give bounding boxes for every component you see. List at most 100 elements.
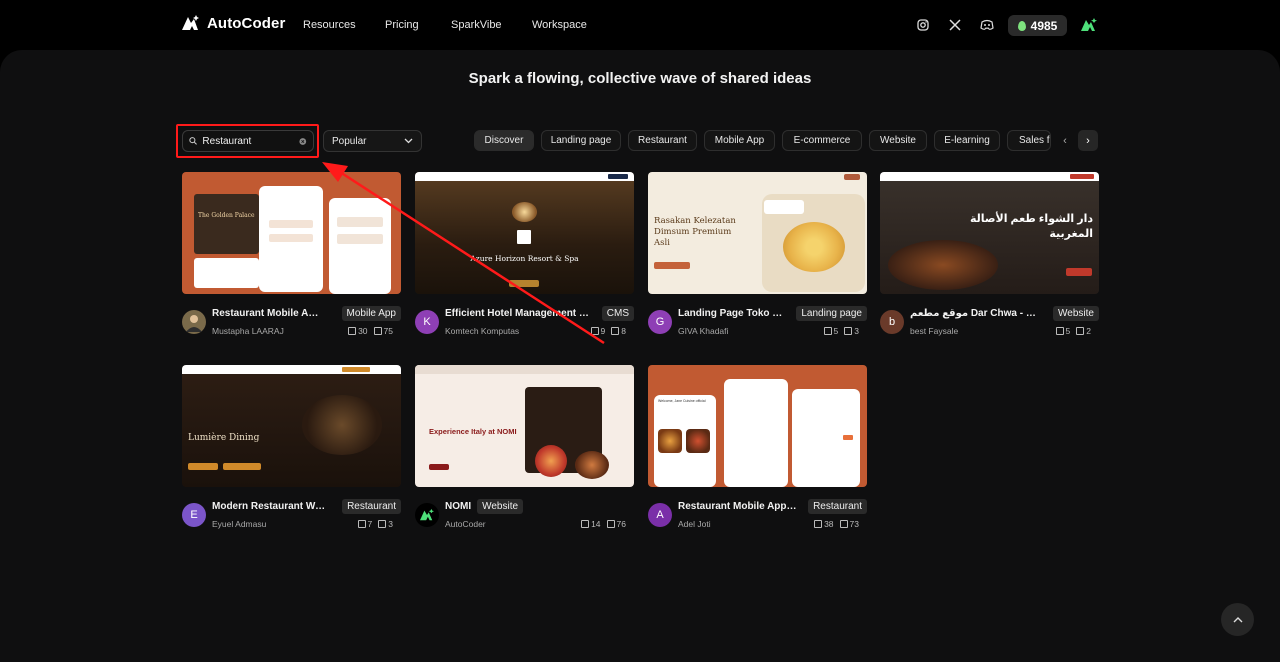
card-title[interactable]: Landing Page Toko Dim... <box>678 308 788 319</box>
project-card[interactable]: Welcome, Jane Cuisine official A Restaur… <box>648 365 867 529</box>
copies-stat[interactable]: 8 <box>611 326 626 336</box>
copies-stat[interactable]: 73 <box>839 519 859 529</box>
credit-drop-icon <box>1017 20 1026 31</box>
chevron-left-icon[interactable]: ‹ <box>1055 130 1075 151</box>
category-chip-e-learning[interactable]: E-learning <box>934 130 1000 151</box>
copies-stat[interactable]: 3 <box>378 519 393 529</box>
likes-stat[interactable]: 9 <box>590 326 605 336</box>
card-thumbnail[interactable]: Azure Horizon Resort & Spa <box>415 172 634 294</box>
card-thumbnail[interactable]: دار الشواء طعم الأصالة المغربية <box>880 172 1099 294</box>
avatar[interactable]: G <box>648 310 672 334</box>
scroll-to-top-button[interactable] <box>1221 603 1254 636</box>
card-tag[interactable]: Website <box>1053 306 1099 321</box>
thumb-caption: Welcome, Jane Cuisine official <box>658 399 706 403</box>
user-menu-logo-icon[interactable] <box>1080 17 1098 33</box>
card-thumbnail[interactable]: Lumière Dining <box>182 365 401 487</box>
copy-icon <box>839 520 848 528</box>
card-title[interactable]: موقع مطعم Dar Chwa - الناظور <box>910 308 1038 319</box>
avatar[interactable]: E <box>182 503 206 527</box>
category-chip-landing-page[interactable]: Landing page <box>541 130 621 151</box>
likes-stat[interactable]: 30 <box>348 326 368 336</box>
card-thumbnail[interactable]: Experience Italy at NOMI <box>415 365 634 487</box>
likes-stat[interactable]: 14 <box>581 519 601 529</box>
sort-dropdown[interactable]: Popular <box>323 130 422 152</box>
discord-icon[interactable] <box>980 18 994 32</box>
card-author[interactable]: Komtech Komputas <box>445 326 519 336</box>
project-card[interactable]: The Golden Palace Restaurant Mobile App … <box>182 172 401 336</box>
card-thumbnail[interactable]: The Golden Palace <box>182 172 401 294</box>
likes-stat[interactable]: 7 <box>357 519 372 529</box>
copy-icon <box>844 327 853 335</box>
category-chip-mobile-app[interactable]: Mobile App <box>704 130 775 151</box>
project-card[interactable]: Lumière Dining E Modern Restaurant Webs.… <box>182 365 401 529</box>
likes-stat[interactable]: 5 <box>823 326 838 336</box>
copy-icon <box>378 520 387 528</box>
nav-link-workspace[interactable]: Workspace <box>532 19 587 31</box>
project-card[interactable]: Rasakan Kelezatan Dimsum Premium Asli G … <box>648 172 867 336</box>
copies-stat[interactable]: 3 <box>844 326 859 336</box>
card-thumbnail[interactable]: Welcome, Jane Cuisine official <box>648 365 867 487</box>
avatar[interactable] <box>182 310 206 334</box>
copies-stat[interactable]: 2 <box>1076 326 1091 336</box>
card-author[interactable]: Eyuel Admasu <box>212 519 266 529</box>
copy-icon <box>611 327 620 335</box>
thumb-caption: The Golden Palace <box>198 212 255 219</box>
avatar[interactable]: K <box>415 310 439 334</box>
category-chip-website[interactable]: Website <box>869 130 927 151</box>
card-stats: 14 76 <box>581 519 626 529</box>
thumbs-up-icon <box>823 327 832 335</box>
nav-link-resources[interactable]: Resources <box>303 19 356 31</box>
project-card[interactable]: Experience Italy at NOMI NOMI Website Au… <box>415 365 634 529</box>
card-stats: 9 8 <box>590 326 626 336</box>
card-thumbnail[interactable]: Rasakan Kelezatan Dimsum Premium Asli <box>648 172 867 294</box>
card-title[interactable]: NOMI <box>445 501 471 512</box>
main-panel: Spark a flowing, collective wave of shar… <box>0 50 1280 662</box>
avatar[interactable]: A <box>648 503 672 527</box>
card-title[interactable]: Restaurant Mobile App <box>212 308 320 319</box>
thumbs-up-icon <box>1055 327 1064 335</box>
card-author[interactable]: AutoCoder <box>445 519 486 529</box>
card-tag[interactable]: CMS <box>601 306 634 321</box>
card-stats: 38 73 <box>814 519 859 529</box>
card-title[interactable]: Restaurant Mobile App Pl... <box>678 501 798 512</box>
nav-link-sparkvibe[interactable]: SparkVibe <box>451 19 502 31</box>
category-chip-e-commerce[interactable]: E-commerce <box>782 130 862 151</box>
card-author[interactable]: best Faysale <box>910 326 958 336</box>
copy-icon <box>373 327 382 335</box>
card-stats: 30 75 <box>348 326 393 336</box>
chevron-down-icon <box>404 138 413 144</box>
card-title[interactable]: Efficient Hotel Management Sys... <box>445 308 590 319</box>
category-chip-discover[interactable]: Discover <box>474 130 534 151</box>
search-input[interactable] <box>202 135 295 147</box>
project-card[interactable]: Azure Horizon Resort & Spa K Efficient H… <box>415 172 634 336</box>
card-tag[interactable]: Landing page <box>796 306 867 321</box>
card-author[interactable]: Mustapha LAARAJ <box>212 326 284 336</box>
chevron-right-icon[interactable]: › <box>1078 130 1098 151</box>
card-tag[interactable]: Restaurant <box>808 499 867 514</box>
likes-stat[interactable]: 5 <box>1055 326 1070 336</box>
nav-link-pricing[interactable]: Pricing <box>385 19 419 31</box>
search-icon <box>189 137 197 145</box>
instagram-icon[interactable] <box>916 18 930 32</box>
likes-stat[interactable]: 38 <box>814 519 834 529</box>
clear-search-icon[interactable] <box>299 137 307 146</box>
category-chip-sales[interactable]: Sales f <box>1007 130 1051 151</box>
avatar[interactable] <box>415 503 439 527</box>
card-author[interactable]: Adel Joti <box>678 519 711 529</box>
project-card[interactable]: دار الشواء طعم الأصالة المغربية b موقع م… <box>880 172 1099 336</box>
copies-stat[interactable]: 75 <box>373 326 393 336</box>
category-chip-restaurant[interactable]: Restaurant <box>628 130 697 151</box>
copies-stat[interactable]: 76 <box>606 519 626 529</box>
card-stats: 7 3 <box>357 519 393 529</box>
sort-selected-value: Popular <box>332 135 367 147</box>
card-author[interactable]: GIVA Khadafi <box>678 326 728 336</box>
credits-badge[interactable]: 4985 <box>1008 15 1067 36</box>
x-icon[interactable] <box>948 18 962 32</box>
card-title[interactable]: Modern Restaurant Webs... <box>212 501 330 512</box>
card-tag[interactable]: Restaurant <box>342 499 401 514</box>
card-tag[interactable]: Website <box>477 499 524 514</box>
card-tag[interactable]: Mobile App <box>341 306 401 321</box>
search-field[interactable] <box>182 130 314 152</box>
brand-logo[interactable]: AutoCoder <box>181 14 285 32</box>
avatar[interactable]: b <box>880 310 904 334</box>
